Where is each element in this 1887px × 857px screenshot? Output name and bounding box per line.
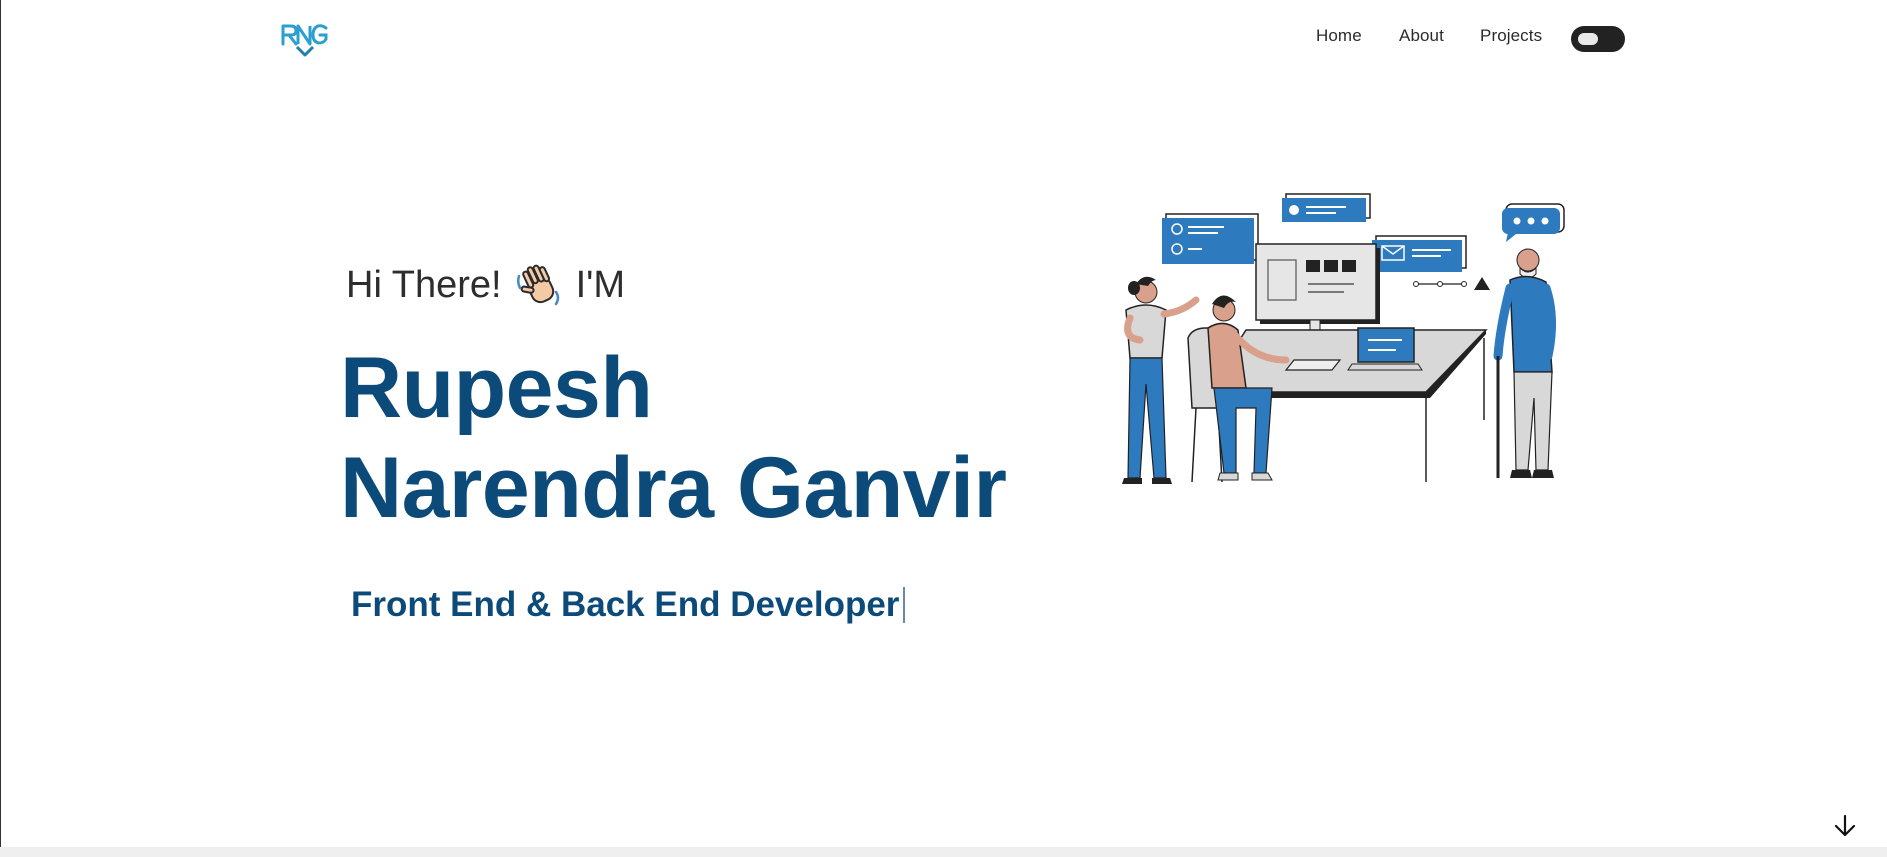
developers-team-illustration	[1122, 193, 1565, 484]
person-standing-left	[1122, 276, 1200, 484]
hero-name: Rupesh Narendra Ganvir	[340, 340, 1007, 536]
floating-card-mail	[1372, 235, 1467, 272]
nav-link-about[interactable]: About	[1399, 26, 1444, 46]
nav-link-home[interactable]: Home	[1316, 26, 1362, 46]
speech-bubble	[1502, 203, 1565, 242]
theme-toggle[interactable]	[1571, 26, 1625, 52]
toggle-knob	[1578, 33, 1598, 45]
greeting-text: Hi There!	[346, 263, 502, 306]
greeting-im: I'M	[575, 263, 626, 306]
typing-cursor	[903, 587, 906, 623]
waving-hand-icon	[516, 264, 559, 306]
greeting: Hi There! I'M	[346, 262, 625, 308]
flow-line	[1413, 277, 1490, 290]
computer-monitor	[1255, 243, 1380, 340]
page-bottom-band	[0, 847, 1887, 857]
hero-role: Front End & Back End Developer	[351, 585, 906, 625]
person-standing-right	[1493, 248, 1557, 478]
nav-link-projects[interactable]: Projects	[1480, 26, 1542, 46]
floating-card-left	[1162, 213, 1259, 264]
left-border	[0, 0, 1, 847]
arrow-down-icon[interactable]	[1832, 813, 1858, 839]
floating-card-top	[1282, 193, 1371, 222]
laptop	[1347, 327, 1423, 371]
role-text: Front End & Back End Developer	[351, 585, 900, 624]
